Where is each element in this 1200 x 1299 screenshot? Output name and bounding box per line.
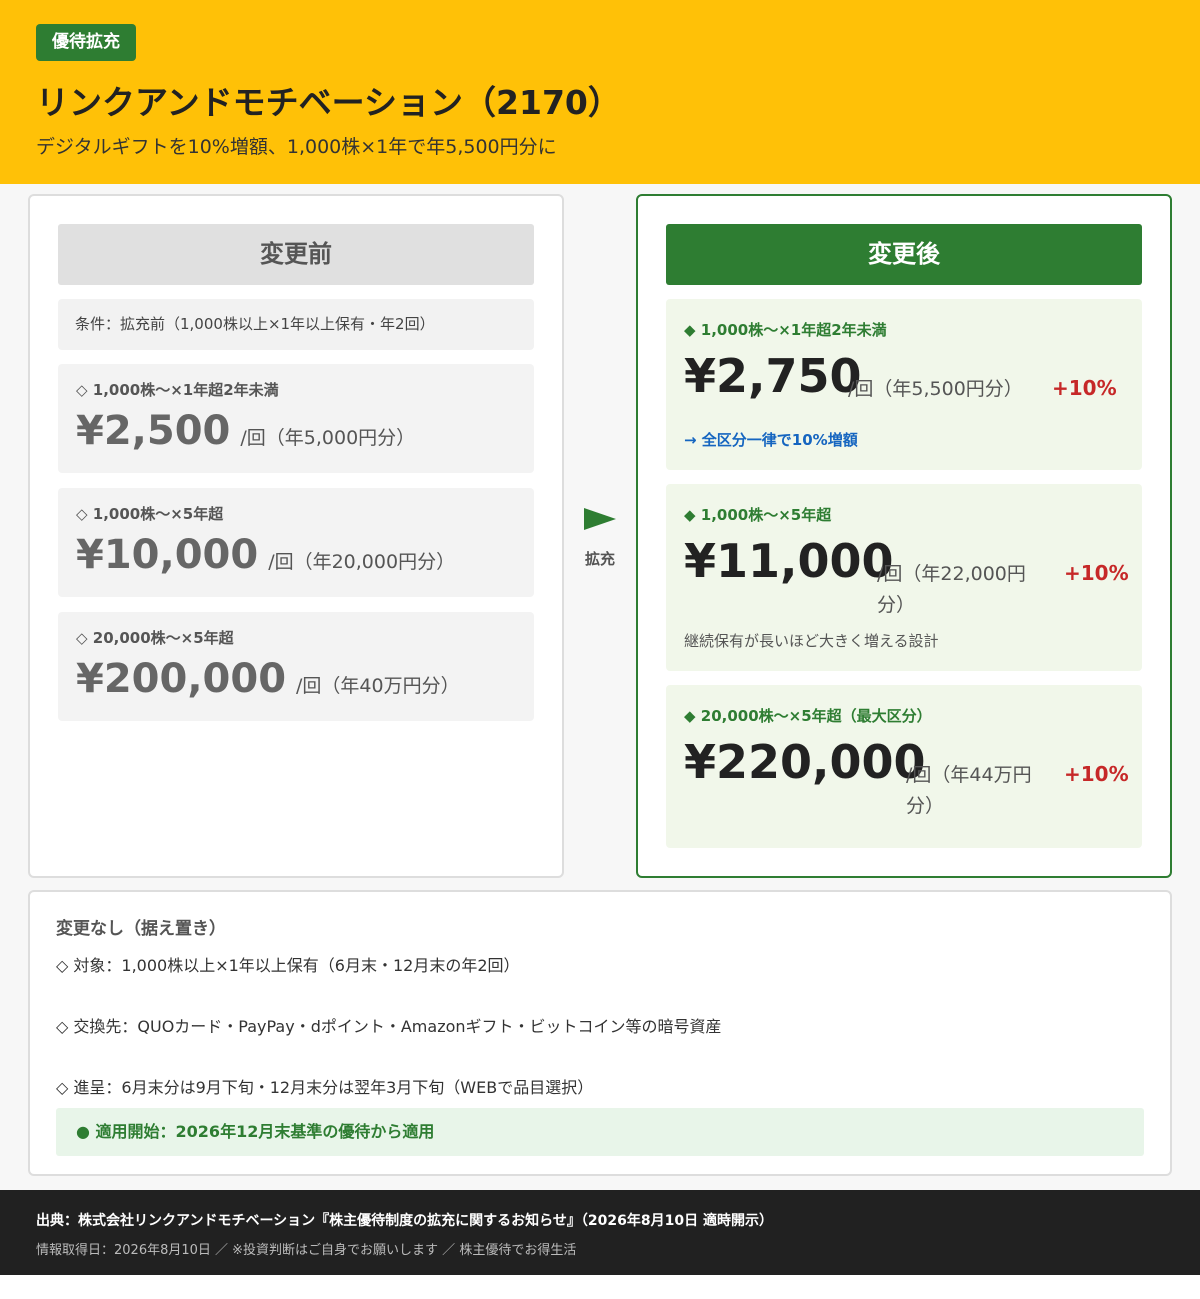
before-tier-card: ◇ 20,000株〜×5年超 ¥200,000/回（年40万円分） [58,612,534,721]
increase-badge: +10% [1052,376,1117,400]
tier-unit: /回（年5,500円分） [848,378,1023,400]
unchanged-section: 変更なし（据え置き） ◇ 対象：1,000株以上×1年以上保有（6月末・12月末… [28,890,1172,1176]
tier-note: → 全区分一律で10%増額 [684,431,858,449]
after-tier-card: ◆ 20,000株〜×5年超（最大区分） ¥220,000 /回（年44万円分）… [666,685,1142,848]
tier-price: ¥2,750 [684,349,862,403]
footer: 出典：株式会社リンクアンドモチベーション『株主優待制度の拡充に関するお知らせ』（… [0,1190,1200,1275]
footer-info: 情報取得日：2026年8月10日 ／ ※投資判断はご自身でお願いします ／ 株主… [36,1243,577,1258]
before-tier-card: ◇ 1,000株〜×1年超2年未満 ¥2,500/回（年5,000円分） [58,364,534,473]
page-subtitle: デジタルギフトを10%増額、1,000株×1年で年5,500円分に [36,136,557,158]
increase-badge: +10% [1064,561,1129,585]
before-tier-card: ◇ 1,000株〜×5年超 ¥10,000/回（年20,000円分） [58,488,534,597]
unchanged-item: ◇ 対象：1,000株以上×1年以上保有（6月末・12月末の年2回） [56,956,520,975]
tier-price-line: ¥10,000/回（年20,000円分） [76,532,455,578]
expand-arrow: 拡充 [578,508,622,568]
tier-label: ◆ 20,000株〜×5年超（最大区分） [684,707,932,725]
tier-price-line: ¥200,000/回（年40万円分） [76,656,460,702]
before-heading: 変更前 [58,224,534,285]
source-citation: 出典：株式会社リンクアンドモチベーション『株主優待制度の拡充に関するお知らせ』（… [36,1213,773,1229]
comparison-area: 変更前 条件：拡充前（1,000株以上×1年以上保有・年2回） ◇ 1,000株… [0,184,1200,1190]
increase-badge: +10% [1064,762,1129,786]
unchanged-title: 変更なし（据え置き） [56,919,226,939]
tier-label: ◇ 1,000株〜×1年超2年未満 [76,381,279,399]
unchanged-item: ◇ 進呈：6月末分は9月下旬・12月末分は翌年3月下旬（WEBで品目選択） [56,1078,594,1097]
tier-unit: /回（年44万円分） [906,764,1032,817]
expand-label: 拡充 [584,550,615,568]
tier-unit: /回（年20,000円分） [268,551,456,573]
tier-price-line: ¥2,500/回（年5,000円分） [76,408,415,454]
tier-price: ¥11,000 [684,534,894,588]
after-heading: 変更後 [666,224,1142,285]
tier-unit: /回（年22,000円分） [877,563,1026,616]
before-panel: 変更前 条件：拡充前（1,000株以上×1年以上保有・年2回） ◇ 1,000株… [28,194,564,878]
tier-unit: /回（年40万円分） [296,675,460,697]
tier-price: ¥200,000 [76,656,287,702]
tier-note: 継続保有が長いほど大きく増える設計 [684,632,939,650]
category-badge: 優待拡充 [36,24,136,61]
after-panel: 変更後 ◆ 1,000株〜×1年超2年未満 ¥2,750 /回（年5,500円分… [636,194,1172,878]
after-tier-card: ◆ 1,000株〜×1年超2年未満 ¥2,750 /回（年5,500円分） +1… [666,299,1142,470]
before-condition: 条件：拡充前（1,000株以上×1年以上保有・年2回） [58,299,534,350]
start-date-notice: ● 適用開始：2026年12月末基準の優待から適用 [56,1108,1144,1156]
tier-label: ◇ 1,000株〜×5年超 [76,505,224,523]
unchanged-item: ◇ 交換先：QUOカード・PayPay・dポイント・Amazonギフト・ビットコ… [56,1017,722,1036]
tier-label: ◆ 1,000株〜×5年超 [684,506,832,524]
tier-price: ¥220,000 [684,735,926,789]
after-tier-card: ◆ 1,000株〜×5年超 ¥11,000 /回（年22,000円分） +10%… [666,484,1142,671]
header-banner: 優待拡充 リンクアンドモチベーション（2170） デジタルギフトを10%増額、1… [0,0,1200,184]
arrow-right-icon [584,508,616,530]
tier-label: ◇ 20,000株〜×5年超 [76,629,234,647]
tier-price: ¥2,500 [76,408,231,454]
tier-label: ◆ 1,000株〜×1年超2年未満 [684,321,887,339]
page-title: リンクアンドモチベーション（2170） [36,83,621,122]
tier-price: ¥10,000 [76,532,259,578]
tier-unit: /回（年5,000円分） [240,427,416,449]
